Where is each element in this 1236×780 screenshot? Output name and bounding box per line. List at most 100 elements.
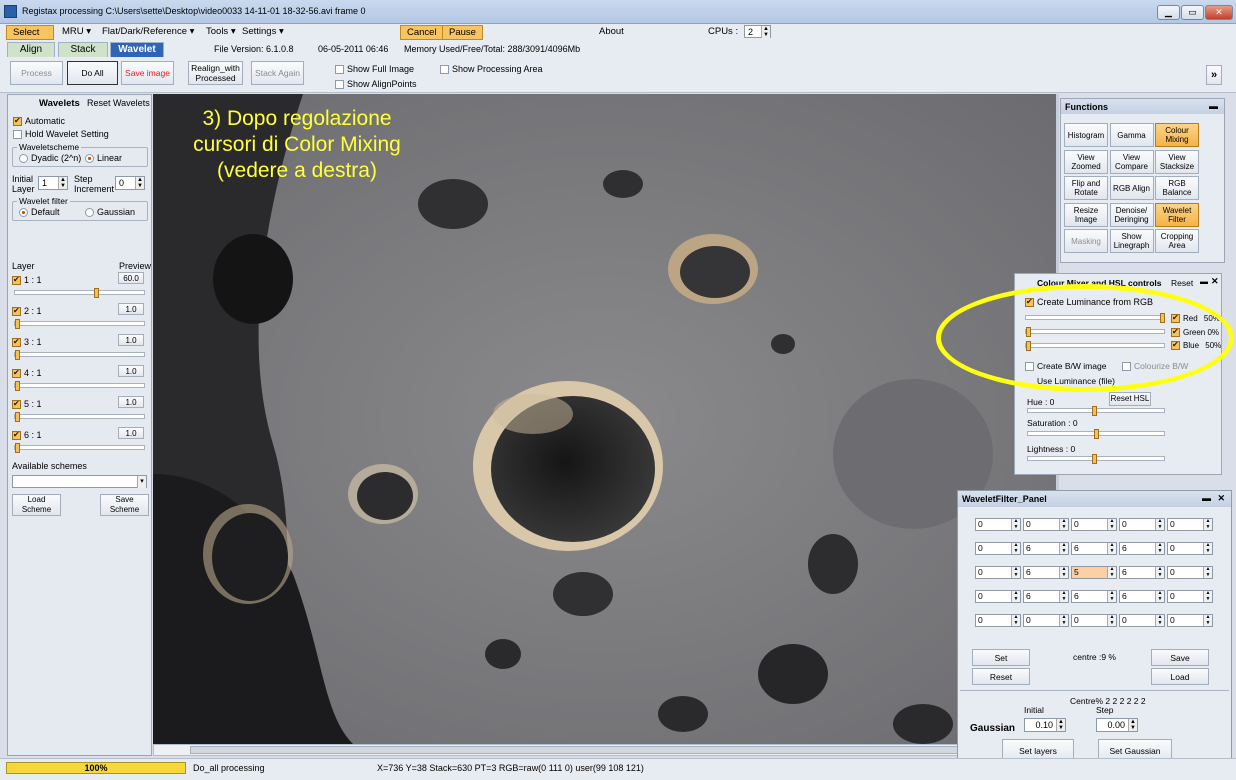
spinner-arrows-icon[interactable]: ▲ ▼	[1056, 719, 1065, 731]
pause-button[interactable]: Pause	[442, 25, 483, 40]
lightness-slider[interactable]	[1027, 454, 1165, 464]
layer-preview-value[interactable]: 1.0	[118, 427, 144, 439]
filter-cell[interactable]: 6 ▲ ▼	[1023, 542, 1069, 555]
function-button[interactable]: Resize Image	[1064, 202, 1108, 227]
spinner-arrows-icon[interactable]: ▲ ▼	[1155, 542, 1164, 554]
spinner-arrows-icon[interactable]: ▲ ▼	[1107, 614, 1116, 626]
function-button[interactable]: View Stacksize	[1155, 149, 1199, 174]
spinner-arrows-icon[interactable]: ▲ ▼	[1107, 542, 1116, 554]
spinner-arrows-icon[interactable]: ▲ ▼	[1203, 614, 1212, 626]
radio-icon[interactable]	[19, 208, 28, 218]
function-button[interactable]: View Compare	[1109, 149, 1154, 174]
slider-thumb[interactable]	[15, 319, 20, 329]
layer-checkbox[interactable]: 3 : 1	[12, 337, 42, 348]
slider-thumb[interactable]	[1094, 429, 1099, 439]
checkbox-icon[interactable]	[13, 130, 22, 140]
default-radio[interactable]: Default	[19, 207, 60, 218]
colour-reset-button[interactable]: Reset	[1171, 278, 1193, 288]
layer-slider[interactable]	[14, 288, 145, 298]
reset-hsl-button[interactable]: Reset HSL	[1109, 392, 1151, 406]
filter-cell[interactable]: 0 ▲ ▼	[1119, 614, 1165, 627]
function-button[interactable]: Flip and Rotate	[1064, 176, 1108, 200]
filter-cell[interactable]: 6 ▲ ▼	[1119, 542, 1165, 555]
spinner-arrows-icon[interactable]: ▲ ▼	[1155, 590, 1164, 602]
spinner-arrows-icon[interactable]: ▲ ▼	[135, 177, 144, 189]
reset-button[interactable]: Reset	[972, 668, 1030, 685]
initial-spinner[interactable]: 0.10 ▲ ▼	[1024, 718, 1066, 732]
function-button[interactable]: Gamma	[1109, 123, 1154, 147]
slider-thumb[interactable]	[15, 412, 20, 422]
process-button[interactable]: Process	[10, 61, 63, 85]
checkbox-icon[interactable]	[12, 275, 21, 286]
tab-align[interactable]: Align	[7, 42, 55, 57]
spinner-arrows-icon[interactable]: ▲ ▼	[1107, 590, 1116, 602]
stack-again-button[interactable]: Stack Again	[251, 61, 304, 85]
spinner-arrows-icon[interactable]: ▲ ▼	[1011, 518, 1020, 530]
horizontal-scrollbar[interactable]	[153, 744, 1056, 756]
slider-thumb[interactable]	[1092, 406, 1097, 416]
function-button[interactable]: RGB Balance	[1155, 176, 1199, 200]
expand-icon[interactable]: »	[1206, 65, 1222, 85]
layer-preview-value[interactable]: 1.0	[118, 334, 144, 346]
layer-preview-value[interactable]: 60.0	[118, 272, 144, 284]
cancel-button[interactable]: Cancel	[400, 25, 444, 40]
slider-thumb[interactable]	[15, 443, 20, 453]
slider-thumb[interactable]	[1092, 454, 1097, 464]
slider-thumb[interactable]	[93, 288, 99, 298]
menu-select[interactable]: Select	[6, 25, 54, 40]
close-icon[interactable]: ✕	[1211, 276, 1219, 287]
do-all-button[interactable]: Do All	[67, 61, 118, 85]
minimize-button[interactable]: ▁	[1157, 5, 1180, 20]
spinner-arrows-icon[interactable]: ▲ ▼	[1155, 566, 1164, 578]
filter-cell[interactable]: 6 ▲ ▼	[1071, 590, 1117, 603]
filter-cell[interactable]: 0 ▲ ▼	[1167, 590, 1213, 603]
spinner-arrows-icon[interactable]: ▲ ▼	[1128, 719, 1137, 731]
spinner-arrows-icon[interactable]: ▲ ▼	[1011, 566, 1020, 578]
spinner-arrows-icon[interactable]: ▲ ▼	[1059, 542, 1068, 554]
layer-slider[interactable]	[14, 350, 145, 360]
step-spinner[interactable]: 0.00 ▲ ▼	[1096, 718, 1138, 732]
spinner-arrows-icon[interactable]: ▲ ▼	[1155, 614, 1164, 626]
close-icon[interactable]: ✕	[1217, 493, 1225, 504]
collapse-icon[interactable]: ▬	[1209, 101, 1218, 111]
spinner-arrows-icon[interactable]: ▲ ▼	[1203, 566, 1212, 578]
filter-cell[interactable]: 0 ▲ ▼	[1023, 518, 1069, 531]
slider-thumb[interactable]	[15, 381, 20, 391]
layer-checkbox[interactable]: 6 : 1	[12, 430, 42, 441]
function-button[interactable]: Wavelet Filter	[1155, 202, 1199, 227]
spinner-arrows-icon[interactable]: ▲ ▼	[1107, 518, 1116, 530]
minimize-icon[interactable]: ▬	[1200, 277, 1208, 286]
filter-cell[interactable]: 0 ▲ ▼	[975, 566, 1021, 579]
checkbox-icon[interactable]	[335, 80, 344, 90]
radio-icon[interactable]	[85, 208, 94, 218]
spinner-arrows-icon[interactable]: ▲ ▼	[761, 26, 770, 38]
image-viewport[interactable]: 3) Dopo regolazione cursori di Color Mix…	[153, 94, 1056, 744]
function-button[interactable]: Colour Mixing	[1155, 123, 1199, 147]
layer-slider[interactable]	[14, 443, 145, 453]
filter-cell[interactable]: 6 ▲ ▼	[1023, 590, 1069, 603]
spinner-arrows-icon[interactable]: ▲ ▼	[58, 177, 67, 189]
function-button[interactable]: Denoise/ Deringing	[1109, 202, 1154, 227]
radio-icon[interactable]	[85, 154, 94, 164]
filter-cell[interactable]: 5 ▲ ▼	[1071, 566, 1117, 579]
load-filter-button[interactable]: Load	[1151, 668, 1209, 685]
tab-stack[interactable]: Stack	[58, 42, 108, 57]
filter-cell[interactable]: 0 ▲ ▼	[1023, 614, 1069, 627]
show-alignpoints-checkbox[interactable]: Show AlignPoints	[335, 79, 417, 90]
automatic-checkbox[interactable]: Automatic	[13, 116, 65, 127]
filter-cell[interactable]: 0 ▲ ▼	[1167, 518, 1213, 531]
initial-layer-spinner[interactable]: 1 ▲ ▼	[38, 176, 68, 190]
hold-wavelet-checkbox[interactable]: Hold Wavelet Setting	[13, 129, 109, 140]
filter-cell[interactable]: 0 ▲ ▼	[1167, 542, 1213, 555]
set-button[interactable]: Set	[972, 649, 1030, 666]
layer-slider[interactable]	[14, 381, 145, 391]
checkbox-icon[interactable]	[12, 430, 21, 441]
layer-preview-value[interactable]: 1.0	[118, 365, 144, 377]
scrollbar-thumb[interactable]	[190, 746, 980, 754]
checkbox-icon[interactable]	[440, 65, 449, 75]
slider-thumb[interactable]	[15, 350, 20, 360]
filter-cell[interactable]: 0 ▲ ▼	[1167, 614, 1213, 627]
chevron-down-icon[interactable]: ▾	[137, 476, 146, 488]
spinner-arrows-icon[interactable]: ▲ ▼	[1059, 518, 1068, 530]
filter-cell[interactable]: 0 ▲ ▼	[975, 542, 1021, 555]
